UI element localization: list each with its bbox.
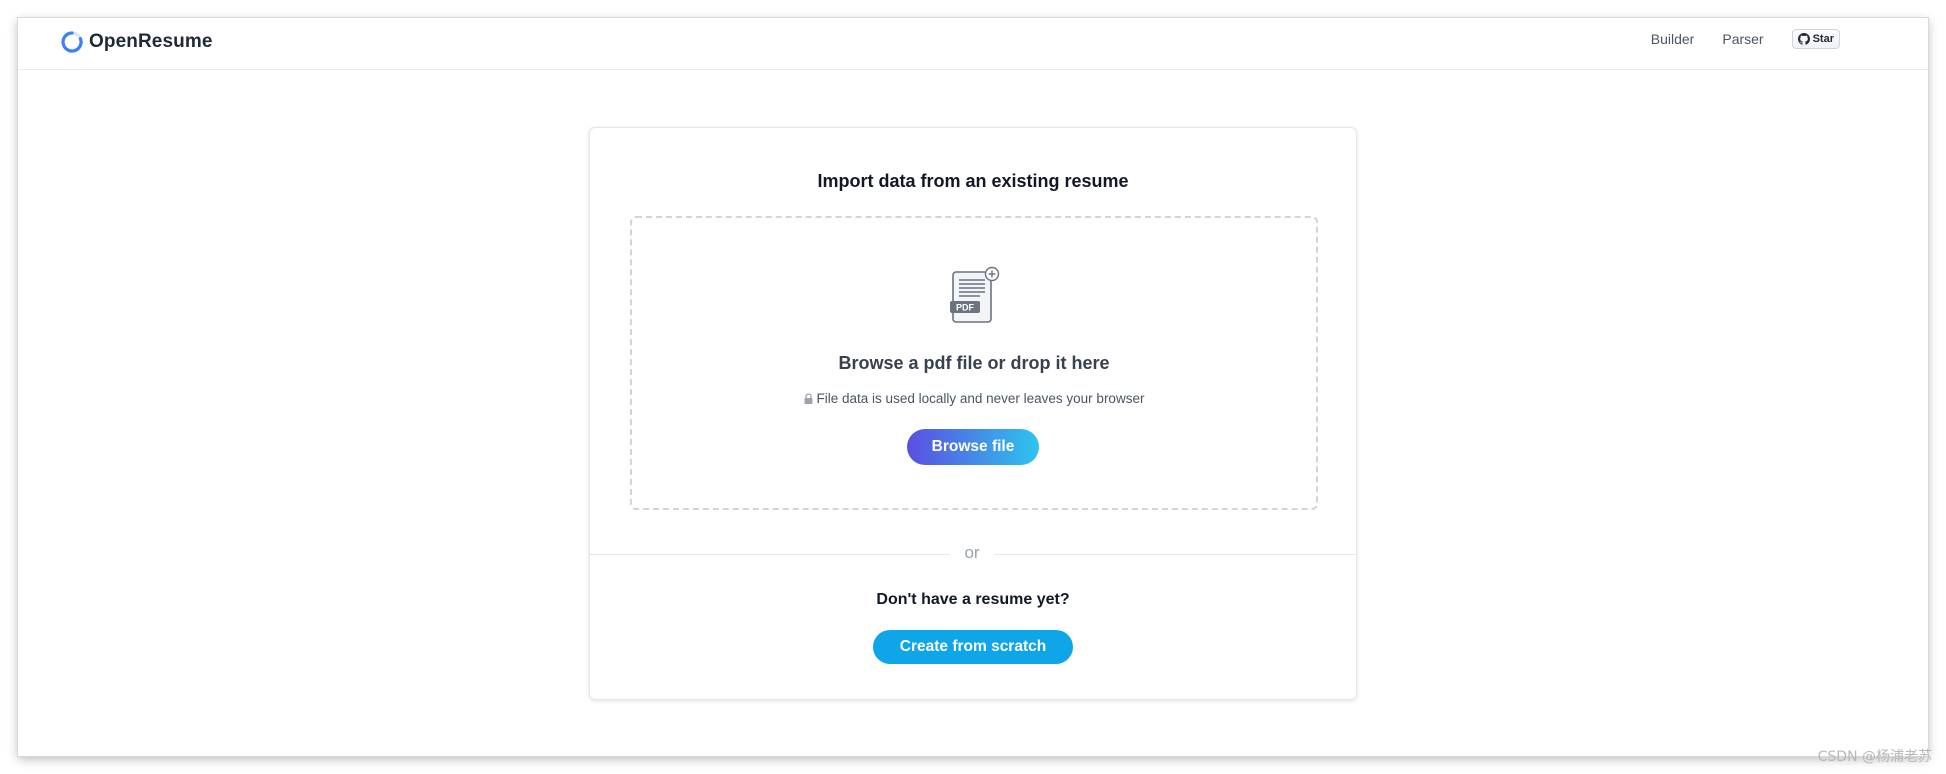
or-divider-text: or: [950, 543, 994, 563]
github-star-button[interactable]: Star: [1791, 29, 1840, 49]
logo-ring-icon: [61, 31, 83, 53]
pdf-badge-text: PDF: [956, 303, 975, 313]
privacy-note: File data is used locally and never leav…: [632, 391, 1316, 406]
lock-icon: [804, 393, 813, 404]
top-nav-bar: OpenResume Builder Parser Star: [18, 18, 1928, 70]
main-nav: Builder Parser Star: [1651, 29, 1840, 49]
nav-builder-link[interactable]: Builder: [1651, 31, 1695, 47]
github-icon: [1797, 33, 1810, 45]
browser-window: OpenResume Builder Parser Star Import da…: [18, 18, 1928, 756]
privacy-note-text: File data is used locally and never leav…: [816, 391, 1145, 406]
pdf-file-add-icon: PDF: [950, 266, 1000, 323]
import-card: Import data from an existing resume PDF …: [589, 127, 1357, 700]
browse-file-button[interactable]: Browse file: [907, 429, 1039, 465]
logo[interactable]: OpenResume: [60, 30, 212, 54]
drop-title: Browse a pdf file or drop it here: [838, 353, 1110, 373]
nav-parser-link[interactable]: Parser: [1722, 31, 1763, 47]
star-label: Star: [1812, 33, 1834, 45]
brand-name: OpenResume: [89, 31, 213, 52]
pdf-dropzone[interactable]: PDF Browse a pdf file or drop it here Fi…: [630, 216, 1318, 510]
no-resume-question: Don't have a resume yet?: [876, 591, 1070, 608]
create-from-scratch-button[interactable]: Create from scratch: [873, 630, 1073, 664]
import-title: Import data from an existing resume: [817, 171, 1129, 191]
watermark: CSDN @杨浦老苏: [1817, 749, 1932, 765]
